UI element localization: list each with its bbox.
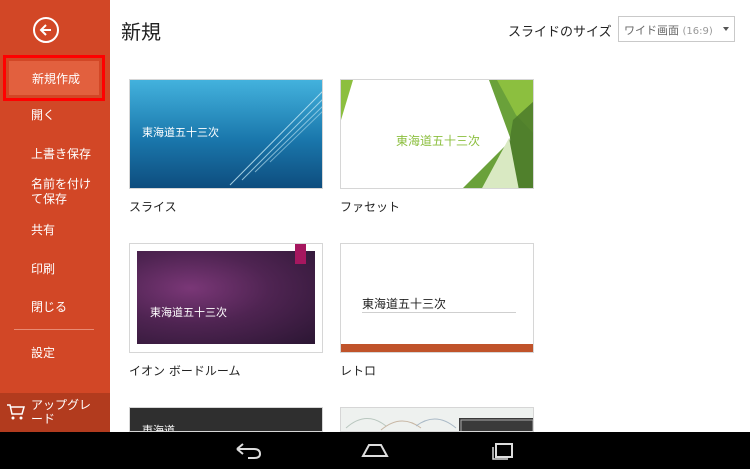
sidebar-item-print[interactable]: 印刷 xyxy=(0,262,110,277)
template-ion-boardroom-thumb[interactable]: 東海道五十三次 xyxy=(129,243,323,353)
template-name[interactable]: ファセット xyxy=(340,198,400,215)
slide-size-value: ワイド画面 xyxy=(624,24,679,37)
sidebar-divider xyxy=(14,329,94,330)
sidebar-item-label: 閉じる xyxy=(31,300,68,314)
template-dark-thumb[interactable]: 東海道 xyxy=(129,407,323,432)
leaf-pattern-graphic xyxy=(345,418,533,431)
cart-icon xyxy=(7,404,25,420)
sidebar-item-label: 名前を付けて保存 xyxy=(31,177,92,206)
template-name[interactable]: スライス xyxy=(129,198,177,215)
back-arrow-icon xyxy=(39,24,51,36)
template-retro-thumb[interactable]: 東海道五十三次 xyxy=(340,243,534,353)
upgrade-button[interactable]: アップグレード xyxy=(0,393,110,432)
thumb-title: 東海道五十三次 xyxy=(396,134,481,148)
sidebar-item-label: 上書き保存 xyxy=(31,147,92,161)
sidebar-item-label: 開く xyxy=(31,108,56,122)
sidebar-item-label: 設定 xyxy=(31,346,56,360)
app-window: 新規作成 開く 上書き保存 名前を付けて保存 共有 印刷 閉じる 設定 アップグ… xyxy=(0,0,750,469)
sidebar-item-save-as[interactable]: 名前を付けて保存 xyxy=(0,177,95,207)
template-name[interactable]: レトロ xyxy=(340,362,376,379)
android-navigation-bar xyxy=(0,432,750,469)
ion-slide-area xyxy=(137,251,315,344)
sidebar-item-save[interactable]: 上書き保存 xyxy=(0,147,110,162)
upgrade-label: アップグレード xyxy=(31,398,92,426)
template-name[interactable]: イオン ボードルーム xyxy=(129,362,240,379)
android-back-icon[interactable] xyxy=(234,440,262,460)
thumb-title: 東海道 xyxy=(142,424,175,432)
sidebar-item-label: 新規作成 xyxy=(32,72,81,86)
slide-size-dropdown[interactable]: ワイド画面 (16:9) xyxy=(618,16,735,42)
slide-size-label: スライドのサイズ xyxy=(508,25,612,40)
android-home-icon[interactable] xyxy=(361,440,389,460)
template-pattern-thumb[interactable] xyxy=(340,407,534,432)
sidebar-item-label: 共有 xyxy=(31,223,56,237)
retro-bottom-bar xyxy=(341,344,533,352)
thumb-title: 東海道五十三次 xyxy=(150,306,227,319)
sidebar-item-new[interactable]: 新規作成 xyxy=(3,55,105,101)
slide-size-ratio: (16:9) xyxy=(682,26,713,37)
page-title: 新規 xyxy=(121,20,161,44)
ion-accent-tab xyxy=(295,244,306,264)
sidebar-item-open[interactable]: 開く xyxy=(0,108,110,123)
sidebar-item-share[interactable]: 共有 xyxy=(0,223,110,238)
thumb-title: 東海道五十三次 xyxy=(362,297,447,311)
back-button[interactable] xyxy=(33,17,59,43)
template-slice-thumb[interactable]: 東海道五十三次 xyxy=(129,79,323,189)
android-recents-icon[interactable] xyxy=(489,440,517,460)
chevron-down-icon xyxy=(723,27,729,31)
sidebar-item-close[interactable]: 閉じる xyxy=(0,300,110,315)
sidebar-item-label: 印刷 xyxy=(31,262,56,276)
retro-underline xyxy=(362,312,516,313)
template-facet-thumb[interactable]: 東海道五十三次 xyxy=(340,79,534,189)
sidebar: 新規作成 開く 上書き保存 名前を付けて保存 共有 印刷 閉じる 設定 アップグ… xyxy=(0,0,110,432)
thumb-title: 東海道五十三次 xyxy=(142,126,219,139)
sidebar-item-settings[interactable]: 設定 xyxy=(0,346,110,361)
